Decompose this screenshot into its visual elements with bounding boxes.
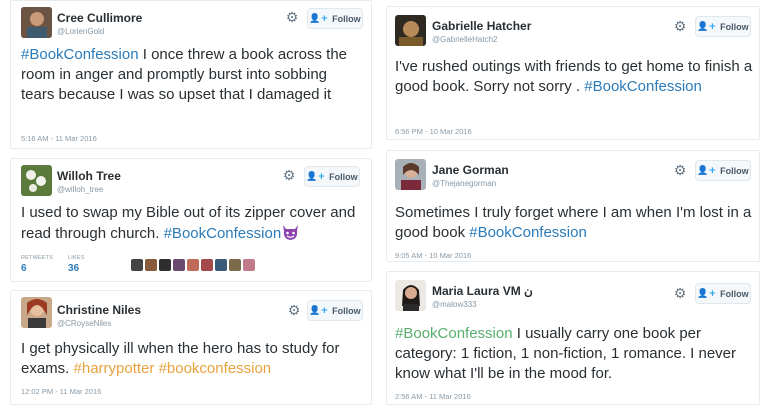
avatar[interactable] <box>21 165 52 196</box>
user-handle[interactable]: @CRoyseNiles <box>57 319 111 328</box>
person-add-icon: 👤+ <box>306 171 326 182</box>
liker-avatar[interactable] <box>215 259 227 271</box>
user-handle[interactable]: @GabrielleHatch2 <box>432 35 497 44</box>
avatar-image <box>395 280 426 311</box>
avatar[interactable] <box>395 280 426 311</box>
follow-button[interactable]: 👤+ Follow <box>304 166 360 187</box>
follow-label: Follow <box>332 13 361 24</box>
avatar[interactable] <box>395 15 426 46</box>
user-name[interactable]: Gabrielle Hatcher <box>432 19 531 33</box>
user-name[interactable]: Maria Laura VM ن <box>432 284 533 298</box>
tweet-text: I used to swap my Bible out of its zippe… <box>21 203 366 244</box>
retweets-count[interactable]: 6 <box>21 263 27 274</box>
avatar-image <box>395 15 426 46</box>
hashtag-link[interactable]: #BookConfession <box>395 325 513 342</box>
tweet-text: I get physically ill when the hero has t… <box>21 339 366 379</box>
hashtag-link[interactable]: #harrypotter <box>74 360 155 377</box>
retweets-label: RETWEETS <box>21 255 54 261</box>
follow-label: Follow <box>329 171 358 182</box>
tweet-card: Cree Cullimore @LorienGold ⚙ 👤+ Follow #… <box>10 0 372 149</box>
gear-icon[interactable]: ⚙ <box>285 11 299 25</box>
liker-avatar[interactable] <box>229 259 241 271</box>
hashtag-link[interactable]: #bookconfession <box>159 360 272 377</box>
likes-count[interactable]: 36 <box>68 263 79 274</box>
tweet-timestamp[interactable]: 12:02 PM - 11 Mar 2016 <box>21 387 101 396</box>
avatar[interactable] <box>21 7 52 38</box>
follow-button[interactable]: 👤+ Follow <box>307 8 363 29</box>
tweet-card: Willoh Tree @willoh_tree ⚙ 👤+ Follow I u… <box>10 158 372 282</box>
user-name[interactable]: Jane Gorman <box>432 163 509 177</box>
smiling-devil-emoji <box>281 223 300 241</box>
liker-avatar[interactable] <box>159 259 171 271</box>
person-add-icon: 👤+ <box>309 305 329 316</box>
user-name[interactable]: Christine Niles <box>57 303 141 317</box>
person-add-icon: 👤+ <box>697 288 717 299</box>
liker-avatars <box>131 259 255 271</box>
person-add-icon: 👤+ <box>309 13 329 24</box>
avatar-image <box>21 165 52 196</box>
gear-icon[interactable]: ⚙ <box>673 164 687 178</box>
tweet-card: Gabrielle Hatcher @GabrielleHatch2 ⚙ 👤+ … <box>386 6 760 140</box>
liker-avatar[interactable] <box>187 259 199 271</box>
liker-avatar[interactable] <box>173 259 185 271</box>
tweet-timestamp[interactable]: 9:05 AM - 10 Mar 2016 <box>395 251 471 260</box>
follow-label: Follow <box>720 165 749 176</box>
gear-icon[interactable]: ⚙ <box>287 304 301 318</box>
user-handle[interactable]: @Thejanegorman <box>432 179 496 188</box>
liker-avatar[interactable] <box>145 259 157 271</box>
hashtag-link[interactable]: #BookConfession <box>21 46 139 63</box>
user-handle[interactable]: @LorienGold <box>57 27 104 36</box>
tweet-timestamp[interactable]: 2:56 AM - 11 Mar 2016 <box>395 392 471 401</box>
liker-avatar[interactable] <box>201 259 213 271</box>
likes-label: LIKES <box>68 255 85 261</box>
tweet-card: Jane Gorman @Thejanegorman ⚙ 👤+ Follow S… <box>386 150 760 262</box>
avatar-image <box>395 159 426 190</box>
hashtag-link[interactable]: #BookConfession <box>469 224 587 241</box>
follow-label: Follow <box>332 305 361 316</box>
tweet-card: Christine Niles @CRoyseNiles ⚙ 👤+ Follow… <box>10 290 372 405</box>
user-name[interactable]: Willoh Tree <box>57 169 121 183</box>
tweet-text: #BookConfession I once threw a book acro… <box>21 45 361 105</box>
follow-button[interactable]: 👤+ Follow <box>695 16 751 37</box>
avatar[interactable] <box>21 297 52 328</box>
gear-icon[interactable]: ⚙ <box>673 287 687 301</box>
gear-icon[interactable]: ⚙ <box>673 20 687 34</box>
tweet-timestamp[interactable]: 5:16 AM - 11 Mar 2016 <box>21 134 97 143</box>
follow-label: Follow <box>720 21 749 32</box>
person-add-icon: 👤+ <box>697 21 717 32</box>
user-handle[interactable]: @malow333 <box>432 300 477 309</box>
follow-label: Follow <box>720 288 749 299</box>
tweet-text: #BookConfession I usually carry one book… <box>395 324 755 384</box>
avatar-image <box>21 7 52 38</box>
hashtag-link[interactable]: #BookConfession <box>164 225 282 242</box>
tweet-timestamp[interactable]: 6:56 PM - 10 Mar 2016 <box>395 127 472 136</box>
gear-icon[interactable]: ⚙ <box>282 169 296 183</box>
liker-avatar[interactable] <box>131 259 143 271</box>
tweet-text: Sometimes I truly forget where I am when… <box>395 203 755 243</box>
user-name[interactable]: Cree Cullimore <box>57 11 142 25</box>
user-handle[interactable]: @willoh_tree <box>57 185 103 194</box>
follow-button[interactable]: 👤+ Follow <box>695 160 751 181</box>
tweet-text: I've rushed outings with friends to get … <box>395 57 755 97</box>
follow-button[interactable]: 👤+ Follow <box>307 300 363 321</box>
avatar[interactable] <box>395 159 426 190</box>
liker-avatar[interactable] <box>243 259 255 271</box>
person-add-icon: 👤+ <box>697 165 717 176</box>
tweet-card: Maria Laura VM ن @malow333 ⚙ 👤+ Follow #… <box>386 271 760 405</box>
avatar-image <box>21 297 52 328</box>
follow-button[interactable]: 👤+ Follow <box>695 283 751 304</box>
hashtag-link[interactable]: #BookConfession <box>584 78 702 95</box>
